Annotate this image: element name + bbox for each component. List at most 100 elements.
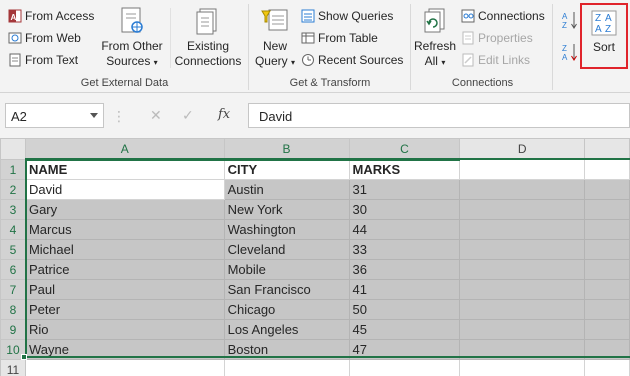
- row-header[interactable]: 3: [0, 199, 26, 220]
- row-header[interactable]: 11: [0, 359, 26, 376]
- sort-a-to-z-button[interactable]: AZ: [562, 10, 578, 30]
- cell[interactable]: [584, 239, 630, 260]
- cell[interactable]: Marcus: [24, 219, 225, 240]
- row-header[interactable]: 9: [0, 319, 26, 340]
- sort-z-to-a-button[interactable]: ZA: [562, 42, 578, 62]
- cell[interactable]: [459, 359, 586, 376]
- cell[interactable]: Wayne: [24, 339, 225, 360]
- cell[interactable]: Los Angeles: [223, 319, 350, 340]
- refresh-all-button[interactable]: Refresh All ▾: [413, 6, 457, 70]
- cell[interactable]: 47: [348, 339, 461, 360]
- cell[interactable]: [584, 259, 630, 280]
- from-table-button[interactable]: From Table: [301, 28, 378, 48]
- formula-input[interactable]: David: [248, 103, 630, 128]
- group-label-connections: Connections: [451, 77, 514, 89]
- cell[interactable]: 50: [348, 299, 461, 320]
- properties-button[interactable]: Properties: [461, 28, 533, 48]
- cell[interactable]: [584, 299, 630, 320]
- row-header[interactable]: 2: [0, 179, 26, 200]
- column-header-a[interactable]: A: [24, 138, 225, 161]
- row-header[interactable]: 6: [0, 259, 26, 280]
- cell[interactable]: [584, 199, 630, 220]
- insert-function-icon[interactable]: fx: [218, 107, 230, 122]
- cell[interactable]: Peter: [24, 299, 225, 320]
- cell[interactable]: Patrice: [24, 259, 225, 280]
- column-header-b[interactable]: B: [223, 138, 350, 161]
- row-header[interactable]: 8: [0, 299, 26, 320]
- cell[interactable]: New York: [223, 199, 350, 220]
- column-header-c[interactable]: C: [348, 138, 461, 161]
- cell[interactable]: [459, 279, 586, 300]
- cell[interactable]: Gary: [24, 199, 225, 220]
- cell[interactable]: 33: [348, 239, 461, 260]
- cell[interactable]: [459, 219, 586, 240]
- new-query-button[interactable]: New Query ▾: [252, 6, 298, 70]
- from-other-sources-button[interactable]: From Other Sources ▾: [99, 6, 165, 70]
- header-cell[interactable]: MARKS: [348, 159, 461, 180]
- edit-links-button[interactable]: Edit Links: [461, 50, 530, 70]
- cell[interactable]: [459, 199, 586, 220]
- cell[interactable]: Austin: [223, 179, 350, 200]
- header-cell[interactable]: CITY: [223, 159, 350, 180]
- chevron-down-icon[interactable]: [90, 113, 98, 118]
- cell[interactable]: 30: [348, 199, 461, 220]
- row-header[interactable]: 1: [0, 159, 26, 180]
- row-header[interactable]: 4: [0, 219, 26, 240]
- cell[interactable]: 45: [348, 319, 461, 340]
- cancel-icon[interactable]: ✕: [150, 107, 162, 124]
- select-all-corner[interactable]: [0, 138, 26, 160]
- cell[interactable]: [459, 239, 586, 260]
- cell[interactable]: [459, 339, 586, 360]
- cell[interactable]: Washington: [223, 219, 350, 240]
- cell[interactable]: [584, 339, 630, 360]
- row-header[interactable]: 7: [0, 279, 26, 300]
- cell[interactable]: Chicago: [223, 299, 350, 320]
- from-text-button[interactable]: From Text: [8, 50, 78, 70]
- header-cell[interactable]: NAME: [24, 159, 225, 180]
- enter-check-icon[interactable]: ✓: [182, 107, 194, 124]
- cell[interactable]: San Francisco: [223, 279, 350, 300]
- edit-links-icon: [461, 53, 475, 67]
- cell[interactable]: Michael: [24, 239, 225, 260]
- from-web-button[interactable]: From Web: [8, 28, 81, 48]
- sort-button[interactable]: ZAAZ Sort: [580, 3, 628, 69]
- cell[interactable]: [584, 279, 630, 300]
- cell[interactable]: [584, 179, 630, 200]
- cell[interactable]: Boston: [223, 339, 350, 360]
- cell[interactable]: Mobile: [223, 259, 350, 280]
- cell[interactable]: [459, 179, 586, 200]
- from-web-label: From Web: [25, 31, 81, 45]
- cell[interactable]: Paul: [24, 279, 225, 300]
- cell[interactable]: [584, 359, 630, 376]
- cell[interactable]: [348, 359, 461, 376]
- cell[interactable]: Cleveland: [223, 239, 350, 260]
- cell[interactable]: 44: [348, 219, 461, 240]
- name-box[interactable]: A2: [5, 103, 104, 128]
- column-header-overflow[interactable]: [584, 138, 630, 160]
- sort-icon: ZAAZ: [590, 9, 618, 37]
- cell[interactable]: [459, 159, 586, 180]
- connections-button[interactable]: Connections: [461, 6, 545, 26]
- cell[interactable]: [459, 299, 586, 320]
- active-cell[interactable]: David: [24, 179, 225, 200]
- cell[interactable]: [584, 319, 630, 340]
- cell[interactable]: 31: [348, 179, 461, 200]
- existing-connections-button[interactable]: Existing Connections: [173, 6, 243, 69]
- recent-sources-button[interactable]: Recent Sources: [301, 50, 403, 70]
- cell[interactable]: [584, 219, 630, 240]
- fill-handle[interactable]: [21, 354, 27, 360]
- from-access-button[interactable]: A From Access: [8, 6, 94, 26]
- cell[interactable]: [24, 359, 225, 376]
- column-header-d[interactable]: D: [459, 138, 586, 160]
- show-queries-button[interactable]: Show Queries: [301, 6, 393, 26]
- cell[interactable]: 36: [348, 259, 461, 280]
- cell[interactable]: Rio: [24, 319, 225, 340]
- cell[interactable]: 41: [348, 279, 461, 300]
- cell[interactable]: [459, 319, 586, 340]
- recent-sources-label: Recent Sources: [318, 53, 404, 67]
- cell[interactable]: [223, 359, 350, 376]
- cell[interactable]: [584, 159, 630, 180]
- row-header[interactable]: 5: [0, 239, 26, 260]
- cell[interactable]: [459, 259, 586, 280]
- connections-label: Connections: [174, 54, 242, 68]
